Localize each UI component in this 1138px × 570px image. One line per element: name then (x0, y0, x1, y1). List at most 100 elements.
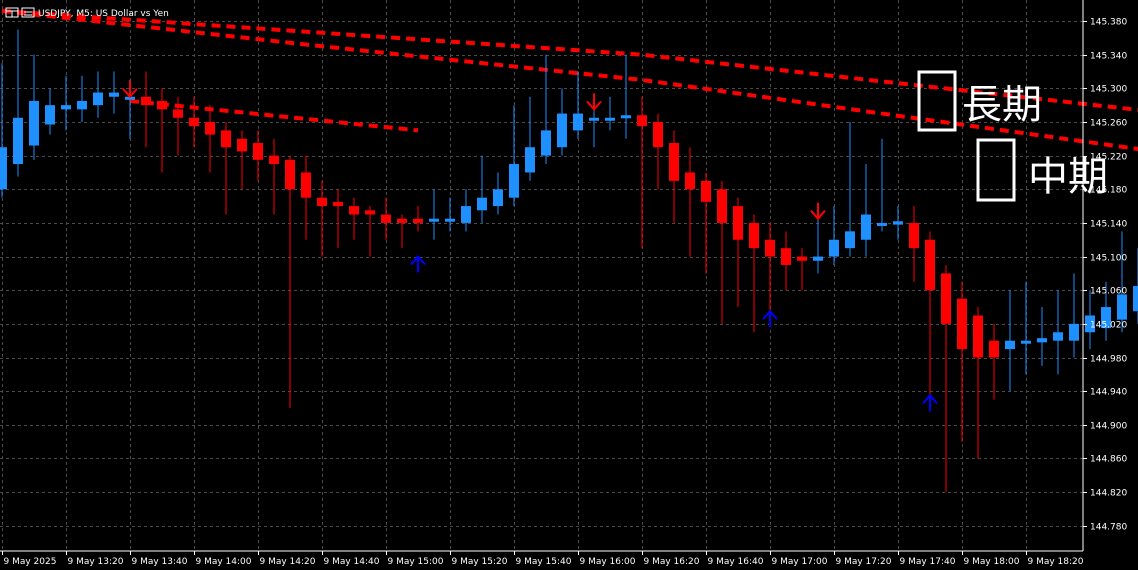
candle-body (285, 159, 295, 190)
candle-body (765, 239, 775, 257)
candle-body (877, 222, 887, 226)
candle-body (93, 92, 103, 106)
price-tick-label: 144.940 (1090, 388, 1127, 398)
time-tick-label: 9 May 15:00 (388, 557, 444, 567)
candle-body (685, 172, 695, 190)
candle-body (365, 210, 375, 215)
candle-body (205, 121, 215, 135)
candle-body (173, 109, 183, 118)
price-tick-label: 145.140 (1090, 220, 1127, 230)
candle-body (253, 143, 263, 160)
candle-body (381, 214, 391, 223)
time-tick-label: 9 May 17:40 (900, 557, 956, 567)
candle-body (13, 117, 23, 165)
candle-body (349, 206, 359, 215)
time-tick-label: 9 May 14:40 (324, 557, 380, 567)
candle-body (861, 214, 871, 240)
time-tick-label: 9 May 15:40 (516, 557, 572, 567)
chart-title: USDJPY, M5: US Dollar vs Yen (38, 9, 169, 19)
candle-body (829, 239, 839, 257)
candle-body (269, 155, 279, 165)
candle-body (525, 147, 535, 173)
candle-body (637, 115, 647, 127)
candle-body (973, 315, 983, 358)
candle-body (493, 189, 503, 207)
candle-body (701, 180, 711, 202)
legend-label-long: 長期 (962, 82, 1042, 128)
candle-body (0, 147, 7, 190)
price-tick-label: 145.060 (1090, 287, 1127, 297)
candle-body (397, 218, 407, 223)
candle-body (445, 218, 455, 222)
time-tick-label: 9 May 15:20 (452, 557, 508, 567)
candle-body (333, 201, 343, 207)
candle-body (77, 100, 87, 110)
candle-body (1005, 340, 1015, 350)
candle-body (317, 197, 327, 207)
candle-body (237, 138, 247, 152)
candle-body (1117, 294, 1127, 320)
time-tick-label: 9 May 16:40 (708, 557, 764, 567)
price-tick-label: 144.900 (1090, 422, 1127, 432)
price-tick-label: 144.860 (1090, 455, 1127, 465)
time-tick-label: 9 May 13:40 (132, 557, 188, 567)
candle-body (749, 222, 759, 249)
price-tick-label: 144.780 (1090, 523, 1127, 533)
candle-body (1053, 332, 1063, 341)
candle-body (957, 298, 967, 350)
candle-body (413, 218, 423, 223)
time-tick-label: 9 May 17:00 (772, 557, 828, 567)
time-tick-label: 9 May 14:20 (260, 557, 316, 567)
price-tick-label: 145.300 (1090, 85, 1127, 95)
candle-body (189, 117, 199, 127)
candle-body (1037, 338, 1047, 343)
candle-body (557, 113, 567, 148)
candle-body (61, 105, 71, 110)
candle-body (909, 222, 919, 249)
time-tick-label: 9 May 14:00 (196, 557, 252, 567)
candle-body (845, 231, 855, 249)
candle-body (941, 273, 951, 324)
candle-body (989, 340, 999, 358)
time-tick-label: 9 May 13:20 (68, 557, 124, 567)
candle-body (797, 256, 807, 261)
price-tick-label: 145.340 (1090, 52, 1127, 62)
candle-body (605, 117, 615, 121)
candle-body (573, 113, 583, 131)
price-tick-label: 144.980 (1090, 355, 1127, 365)
candle-body (29, 100, 39, 146)
candle-body (541, 130, 551, 156)
candle-body (429, 218, 439, 222)
candle-body (781, 248, 791, 265)
legend-label-mid: 中期 (1028, 154, 1108, 200)
price-tick-label: 145.020 (1090, 321, 1127, 331)
candle-body (1133, 286, 1138, 312)
time-tick-label: 9 May 18:00 (964, 557, 1020, 567)
candle-body (45, 105, 55, 125)
candle-body (1021, 340, 1031, 344)
chart-canvas[interactable]: 145.380145.340145.300145.260145.220145.1… (0, 0, 1138, 570)
candle-body (893, 221, 903, 225)
time-tick-label: 9 May 16:20 (644, 557, 700, 567)
candle-body (669, 143, 679, 181)
candle-body (477, 197, 487, 211)
candle-body (1069, 323, 1079, 341)
price-tick-label: 144.820 (1090, 489, 1127, 499)
time-tick-label: 9 May 18:20 (1028, 557, 1084, 567)
candle-body (221, 130, 231, 148)
candle-body (621, 115, 631, 119)
time-tick-label: 9 May 17:20 (836, 557, 892, 567)
candle-body (109, 92, 119, 97)
time-tick-label: 9 May 2025 (4, 557, 57, 567)
candle-body (461, 206, 471, 223)
candle-body (509, 164, 519, 198)
price-tick-label: 145.380 (1090, 18, 1127, 28)
candle-body (925, 239, 935, 291)
candle-body (589, 117, 599, 121)
candle-body (813, 256, 823, 261)
price-tick-label: 145.260 (1090, 119, 1127, 129)
time-tick-label: 9 May 16:00 (580, 557, 636, 567)
candle-body (733, 206, 743, 240)
candle-body (141, 96, 151, 106)
candle-body (301, 172, 311, 198)
